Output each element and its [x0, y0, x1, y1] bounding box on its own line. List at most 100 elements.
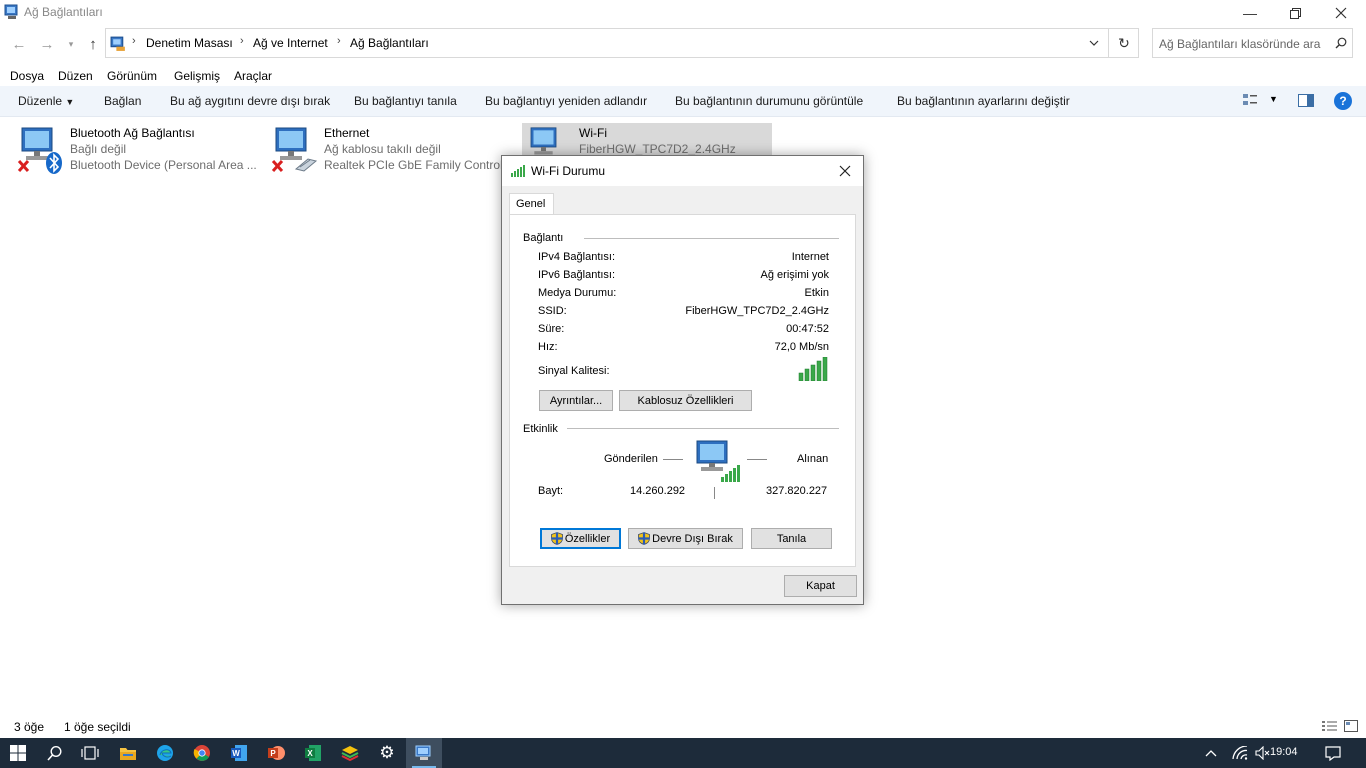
connection-status: Ağ kablosu takılı değil [324, 142, 441, 156]
task-view-button[interactable] [72, 738, 108, 768]
connection-status: Bağlı değil [70, 142, 127, 156]
selected-count: 1 öğe seçildi [64, 720, 131, 734]
menu-edit[interactable]: Düzen [58, 69, 93, 83]
gear-icon: ⚙ [379, 743, 395, 762]
powerpoint-icon: P [268, 746, 285, 760]
disable-label: Devre Dışı Bırak [652, 532, 733, 545]
wifi-icon [1232, 746, 1248, 760]
chevron-down-icon: ▾ [68, 38, 74, 49]
taskbar-control-panel[interactable] [406, 738, 442, 768]
menu-advanced[interactable]: Gelişmiş [174, 69, 220, 83]
breadcrumb-control-panel[interactable]: Denetim Masası [146, 36, 233, 50]
view-status-button[interactable]: Bu bağlantının durumunu görüntüle [675, 94, 863, 108]
menu-file[interactable]: Dosya [10, 69, 44, 83]
refresh-button[interactable]: ↻ [1114, 34, 1134, 52]
search-box[interactable]: Ağ Bağlantıları klasöründe ara [1152, 28, 1353, 58]
change-settings-button[interactable]: Bu bağlantının ayarlarını değiştir [897, 94, 1070, 108]
breadcrumb-separator-icon: › [132, 35, 136, 47]
disable-button[interactable]: Devre Dışı Bırak [628, 528, 743, 549]
taskbar-edge[interactable] [147, 738, 183, 768]
taskbar-settings[interactable]: ⚙ [369, 738, 405, 768]
breadcrumb-network-internet[interactable]: Ağ ve Internet [253, 36, 328, 50]
rename-connection-button[interactable]: Bu bağlantıyı yeniden adlandır [485, 94, 647, 108]
sent-label: Gönderilen [604, 453, 658, 465]
address-dropdown-button[interactable] [1084, 34, 1104, 52]
ipv4-value: Internet [791, 251, 829, 263]
tab-general[interactable]: Genel [509, 193, 554, 215]
breadcrumb-network-connections[interactable]: Ağ Bağlantıları [350, 36, 429, 50]
sent-line [663, 459, 683, 460]
address-bar[interactable]: › Denetim Masası › Ağ ve Internet › Ağ B… [105, 28, 1139, 58]
taskbar-chrome[interactable] [184, 738, 220, 768]
taskbar-word[interactable]: W [221, 738, 257, 768]
breadcrumb-separator-icon: › [240, 35, 244, 47]
arrow-right-icon: → [39, 35, 55, 53]
start-button[interactable] [0, 738, 36, 768]
close-icon [839, 165, 851, 177]
connection-bluetooth[interactable]: Bluetooth Ağ Bağlantısı Bağlı değil Blue… [16, 123, 257, 179]
change-view-button[interactable]: ▼ [1242, 93, 1284, 111]
arrow-up-icon: ↑ [89, 35, 97, 53]
svg-text:X: X [307, 749, 313, 758]
group-divider [567, 428, 839, 429]
network-connections-icon [4, 4, 18, 19]
diagnose-button[interactable]: Tanıla [751, 528, 832, 549]
restore-button[interactable] [1272, 0, 1318, 26]
network-tray-button[interactable] [1226, 738, 1254, 768]
details-button[interactable]: Ayrıntılar... [539, 390, 613, 411]
details-view-icon[interactable] [1322, 720, 1337, 732]
close-dialog-button[interactable]: Kapat [784, 575, 857, 597]
menu-view[interactable]: Görünüm [107, 69, 157, 83]
speed-value: 72,0 Mb/sn [774, 341, 829, 353]
view-options-icon [1243, 94, 1257, 105]
menu-tools[interactable]: Araçlar [234, 69, 272, 83]
connection-device: Realtek PCIe GbE Family Controlle... [324, 158, 523, 172]
preview-pane-icon [1298, 94, 1314, 107]
connect-button[interactable]: Bağlan [104, 94, 141, 108]
connection-name: Bluetooth Ağ Bağlantısı [70, 126, 195, 140]
chevron-down-icon: ▼ [1269, 94, 1278, 104]
connection-name: Wi-Fi [579, 126, 607, 140]
ethernet-network-icon [271, 127, 318, 173]
help-button[interactable]: ? [1334, 92, 1352, 110]
ssid-label: SSID: [538, 305, 567, 317]
excel-icon: X [305, 745, 321, 761]
diagnose-connection-button[interactable]: Bu bağlantıyı tanıla [354, 94, 457, 108]
item-count: 3 öğe [14, 720, 45, 734]
minimize-button[interactable]: — [1227, 0, 1273, 26]
wireless-properties-button[interactable]: Kablosuz Özellikleri [619, 390, 752, 411]
show-hidden-icons-button[interactable] [1196, 738, 1226, 768]
connection-ethernet[interactable]: Ethernet Ağ kablosu takılı değil Realtek… [270, 123, 522, 179]
layered-app-icon [341, 746, 359, 762]
duration-value: 00:47:52 [786, 323, 829, 335]
organize-button[interactable]: Düzenle ▼ [18, 94, 74, 108]
address-divider [1108, 29, 1109, 57]
properties-button[interactable]: Özellikler [540, 528, 621, 549]
uac-shield-icon [550, 532, 563, 545]
large-icons-view-icon[interactable] [1344, 720, 1358, 732]
search-taskbar-button[interactable] [37, 738, 73, 768]
close-icon [1335, 7, 1347, 19]
taskbar-file-explorer[interactable] [110, 738, 146, 768]
bluetooth-network-icon [17, 127, 62, 174]
close-window-button[interactable] [1318, 0, 1364, 26]
group-divider [584, 238, 839, 239]
preview-pane-button[interactable] [1298, 94, 1316, 109]
dialog-close-button[interactable] [833, 160, 857, 182]
action-center-button[interactable] [1318, 738, 1348, 768]
wifi-status-dialog: Wi-Fi Durumu Genel Bağlantı IPv4 Bağlant… [501, 155, 864, 605]
task-view-icon [81, 746, 99, 760]
window-title: Ağ Bağlantıları [24, 5, 103, 19]
recent-locations-button[interactable]: ▾ [60, 34, 82, 54]
bytes-sent-value: 14.260.292 [630, 485, 686, 497]
taskbar-powerpoint[interactable]: P [258, 738, 294, 768]
taskbar: W P X ⚙ 19:04 [0, 738, 1366, 768]
connection-wifi[interactable]: Wi-Fi FiberHGW_TPC7D2_2.4GHz [522, 123, 772, 156]
up-button[interactable]: ↑ [82, 34, 104, 54]
forward-button[interactable]: → [36, 34, 58, 54]
back-button[interactable]: ← [8, 34, 30, 54]
taskbar-excel[interactable]: X [295, 738, 331, 768]
disable-device-button[interactable]: Bu ağ aygıtını devre dışı bırak [170, 94, 330, 108]
taskbar-bluestacks[interactable] [332, 738, 368, 768]
clock-time[interactable]: 19:04 [1270, 746, 1298, 758]
